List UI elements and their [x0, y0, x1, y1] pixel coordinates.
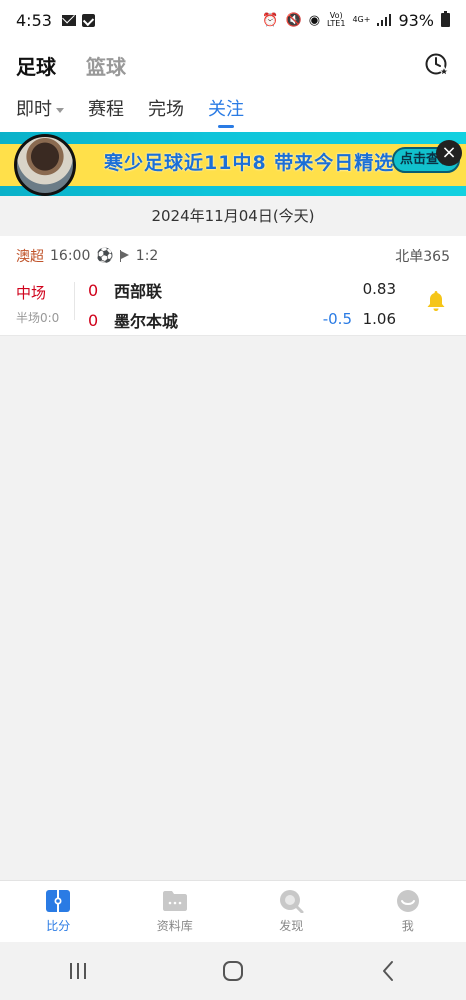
nav-database[interactable]: 资料库: [117, 881, 234, 942]
tab-schedule-label: 赛程: [88, 99, 124, 120]
app-header: 足球 篮球: [0, 40, 466, 90]
nav-profile[interactable]: 我: [350, 881, 466, 942]
profile-icon: [396, 890, 419, 912]
scoreboard-icon: [46, 890, 71, 912]
home-team-row: 0 西部联: [88, 278, 162, 302]
nav-scores[interactable]: 比分: [0, 881, 117, 942]
away-team-name: 墨尔本城: [114, 312, 179, 331]
away-odds: 1.06: [362, 310, 396, 328]
nav-scores-label: 比分: [46, 919, 71, 933]
league-name: 澳超: [16, 249, 44, 265]
tab-live[interactable]: 即时: [16, 90, 64, 130]
bell-icon: [427, 291, 445, 311]
tab-football[interactable]: 足球: [16, 51, 56, 80]
tab-basketball[interactable]: 篮球: [86, 51, 126, 80]
match-status: 中场: [16, 284, 47, 302]
bottom-nav: 比分 资料库 发现 我: [0, 880, 466, 942]
match-meta: 澳超 16:00 ⚽ 1:2: [16, 246, 158, 266]
home-icon: [222, 961, 243, 981]
divider: [74, 282, 75, 320]
half-time-score: 半场0:0: [16, 311, 60, 325]
folder-icon: [162, 891, 187, 911]
home-odds: 0.83: [362, 280, 396, 298]
nav-profile-label: 我: [401, 919, 414, 933]
nav-discover-label: 发现: [279, 919, 304, 933]
football-icon: ⚽: [96, 248, 114, 264]
match-card[interactable]: 澳超 16:00 ⚽ 1:2 北单365 中场 半场0:0 0 西部联 0 墨尔…: [0, 236, 466, 336]
alarm-icon: ⏰: [262, 12, 279, 28]
mute-icon: 🔇: [285, 12, 302, 28]
signal-bars-icon: [377, 14, 392, 26]
promo-banner-area: 寒少足球近11中8 带来今日精选 点击查看: [0, 132, 466, 196]
tab-live-label: 即时: [16, 99, 52, 120]
banner-text: 寒少足球近11中8 带来今日精选: [104, 152, 395, 174]
handicap-line: -0.5: [322, 310, 352, 328]
clock-star-icon: [425, 53, 450, 77]
home-score: 0: [88, 280, 99, 300]
nav-database-label: 资料库: [156, 919, 193, 933]
back-button[interactable]: [368, 956, 408, 986]
status-time: 4:53: [16, 10, 52, 30]
wifi-icon: ◉: [308, 12, 321, 28]
status-indicators: ⏰ 🔇 ◉ Vo) LTE1 4G+ 93%: [262, 11, 450, 30]
mail-icon: [61, 14, 76, 26]
away-score: 0: [88, 310, 99, 330]
home-button[interactable]: [213, 956, 253, 986]
history-button[interactable]: [424, 52, 450, 78]
corner-ratio: 1:2: [135, 248, 159, 264]
tab-finished[interactable]: 完场: [148, 90, 184, 130]
away-team-row: 0 墨尔本城: [88, 308, 178, 332]
tab-following-label: 关注: [208, 99, 244, 120]
battery-icon: [441, 11, 450, 27]
caret-down-icon: [56, 107, 64, 113]
date-header: 2024年11月04日(今天): [0, 196, 466, 236]
status-bar: 4:53 ⏰ 🔇 ◉ Vo) LTE1 4G+ 93%: [0, 0, 466, 40]
follow-bell-button[interactable]: [426, 290, 446, 312]
tab-finished-label: 完场: [148, 99, 184, 120]
network-label: Vo) LTE1: [327, 11, 346, 28]
corner-flag-icon: [119, 250, 130, 262]
checkbox-notification-icon: [81, 13, 95, 27]
recent-apps-icon: [69, 963, 86, 979]
battery-percent: 93%: [398, 10, 434, 30]
tab-schedule[interactable]: 赛程: [88, 90, 124, 130]
banner-close-button[interactable]: ×: [436, 140, 462, 166]
discover-icon: [280, 890, 304, 913]
promo-banner[interactable]: 寒少足球近11中8 带来今日精选 点击查看: [0, 132, 466, 196]
nav-discover[interactable]: 发现: [233, 881, 350, 942]
match-status-column: 中场 半场0:0: [16, 282, 59, 326]
banner-avatar: [14, 134, 76, 196]
system-nav-bar: [0, 942, 466, 1000]
home-team-name: 西部联: [114, 282, 163, 301]
back-icon: [383, 961, 394, 981]
tab-following[interactable]: 关注: [208, 90, 244, 130]
signal-label: 4G+: [352, 15, 371, 24]
bookmaker-label: 北单365: [395, 249, 450, 265]
sub-tabs: 即时 赛程 完场 关注: [0, 90, 466, 132]
recent-apps-button[interactable]: [58, 956, 98, 986]
kickoff-time: 16:00: [50, 248, 91, 264]
